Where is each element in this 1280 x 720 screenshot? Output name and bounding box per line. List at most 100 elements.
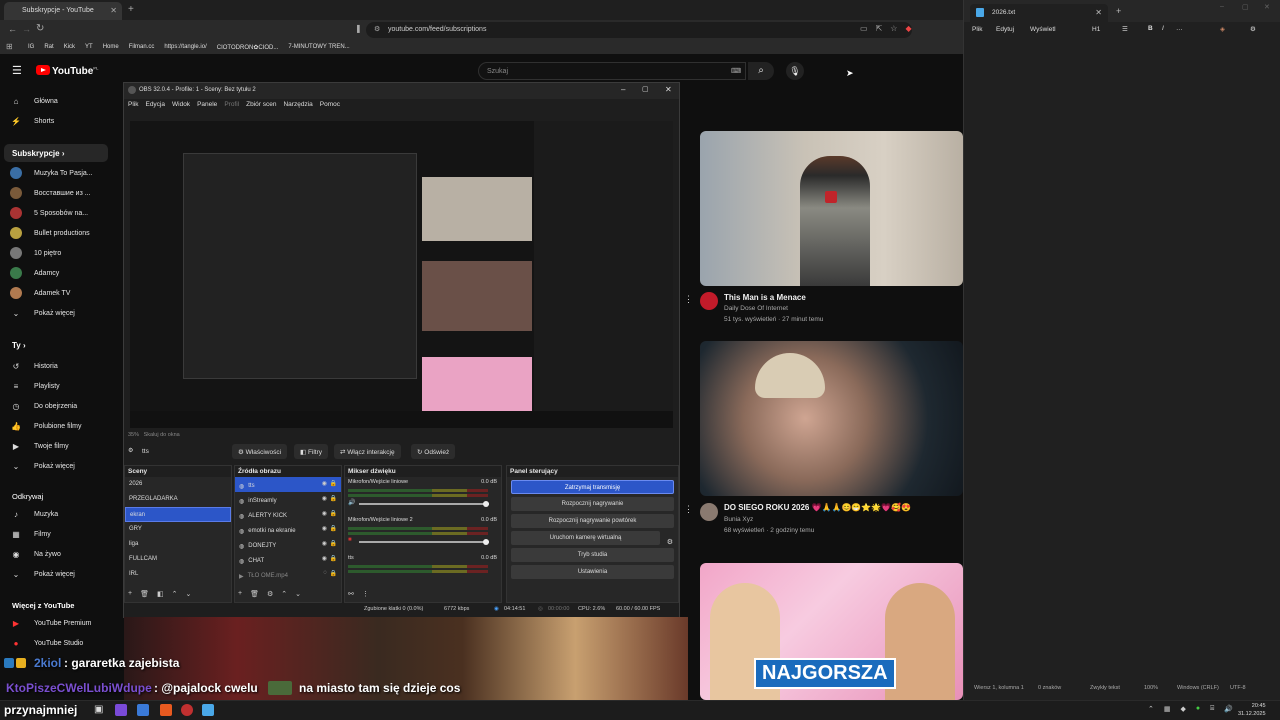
bookmark-rat[interactable]: Rat bbox=[44, 44, 53, 50]
menu-pomoc[interactable]: Pomoc bbox=[320, 101, 340, 112]
sidebar-sub[interactable]: Muzyka To Pasja... bbox=[10, 165, 110, 181]
video-thumbnail[interactable]: NAJGORSZA bbox=[700, 563, 963, 700]
sidebar-sub[interactable]: Adamek TV bbox=[10, 285, 110, 301]
install-icon[interactable]: ▭ bbox=[860, 24, 868, 33]
scene-item[interactable]: PRZEGLADARKA bbox=[125, 492, 231, 507]
reload-icon[interactable]: ↻ bbox=[36, 23, 44, 34]
eye-icon[interactable]: ◉ bbox=[322, 480, 327, 487]
trash-icon[interactable]: 🗑 bbox=[250, 590, 259, 598]
lock-icon[interactable]: 🔒 bbox=[330, 570, 337, 577]
start-recording-button[interactable]: Rozpocznij nagrywanie bbox=[511, 497, 674, 511]
video-title[interactable]: This Man is a Menace bbox=[724, 293, 806, 302]
speaker-icon[interactable]: 🔊 bbox=[348, 499, 355, 506]
sidebar-subs-more[interactable]: ⌄ Pokaż więcej bbox=[10, 305, 110, 321]
menu-plik[interactable]: Plik bbox=[972, 26, 982, 33]
source-gear-icon[interactable]: ⚙ bbox=[128, 447, 133, 454]
obs-preview-canvas[interactable] bbox=[130, 121, 673, 428]
sidebar-item-watch-later[interactable]: ◷ Do obejrzenia bbox=[10, 398, 110, 414]
volume-icon[interactable]: 🔊 bbox=[1224, 705, 1233, 713]
up-icon[interactable]: ⌃ bbox=[281, 590, 287, 598]
network-icon[interactable]: ⌸ bbox=[1210, 705, 1214, 713]
menu-panele[interactable]: Panele bbox=[197, 101, 217, 112]
more-icon[interactable]: … bbox=[1176, 25, 1183, 32]
studio-mode-button[interactable]: Tryb studia bbox=[511, 548, 674, 562]
menu-zbior-scen[interactable]: Zbiór scen bbox=[246, 101, 276, 112]
extension-icon[interactable]: ◆ bbox=[905, 24, 911, 33]
bookmark-ig[interactable]: IG bbox=[28, 44, 34, 50]
sidebar-explore-more[interactable]: ⌄ Pokaż więcej bbox=[10, 566, 110, 582]
eye-icon[interactable]: ◉ bbox=[322, 540, 327, 547]
obs-taskbar-icon[interactable] bbox=[181, 704, 193, 716]
tray-app-icon[interactable]: ● bbox=[1196, 705, 1200, 713]
star-icon[interactable]: ☆ bbox=[890, 24, 897, 33]
sidebar-item-home[interactable]: ⌂ Główna bbox=[10, 93, 110, 109]
avatar[interactable] bbox=[700, 292, 718, 310]
sidebar-item-live[interactable]: ◉ Na żywo bbox=[10, 546, 110, 562]
address-bar[interactable]: ⚙ youtube.com/feed/subscriptions bbox=[366, 22, 912, 38]
menu-widok[interactable]: Widok bbox=[172, 101, 190, 112]
sidebar-you-header[interactable]: Ty › bbox=[12, 341, 26, 350]
browser-tab[interactable]: Subskrypcje - YouTube ✕ bbox=[4, 2, 122, 20]
scene-item[interactable]: FULLCAM bbox=[125, 552, 231, 567]
back-icon[interactable]: ← bbox=[8, 24, 17, 34]
properties-button[interactable]: ⚙ Właściwości bbox=[232, 444, 288, 459]
video-title[interactable]: DO SIEGO ROKU 2026 💗🙏🙏😊😁⭐🌟💗🥰😍 bbox=[724, 503, 911, 512]
italic-icon[interactable]: I bbox=[1162, 25, 1164, 32]
avatar[interactable] bbox=[700, 503, 718, 521]
new-tab-icon[interactable]: + bbox=[1116, 6, 1121, 16]
close-tab-icon[interactable]: ✕ bbox=[110, 6, 117, 15]
task-view-icon[interactable]: ▣ bbox=[94, 704, 103, 715]
bookmark-home[interactable]: Home bbox=[103, 44, 119, 50]
stop-stream-button[interactable]: Zatrzymaj transmisję bbox=[511, 480, 674, 494]
bookmark-kick[interactable]: Kick bbox=[64, 44, 75, 50]
sidebar-sub[interactable]: Bullet productions bbox=[10, 225, 110, 241]
video-thumbnail[interactable] bbox=[700, 341, 963, 496]
sidebar-item-your-videos[interactable]: ▶ Twoje filmy bbox=[10, 438, 110, 454]
virtual-camera-gear-icon[interactable]: ⚙ bbox=[667, 538, 673, 546]
volume-slider[interactable] bbox=[359, 501, 489, 507]
add-icon[interactable]: + bbox=[128, 590, 132, 598]
source-item-selected[interactable]: ◍ tts ◉ 🔒 bbox=[235, 477, 341, 492]
tray-chevron-icon[interactable]: ⌃ bbox=[1148, 705, 1154, 713]
scene-item[interactable]: liga bbox=[125, 537, 231, 552]
menu-wyswietl[interactable]: Wyświetl bbox=[1030, 26, 1056, 33]
brave-icon[interactable] bbox=[160, 704, 172, 716]
eye-icon[interactable]: ◉ bbox=[322, 495, 327, 502]
sidebar-item-premium[interactable]: ▶ YouTube Premium bbox=[10, 615, 110, 631]
more-options-icon[interactable]: ⋮ bbox=[684, 504, 693, 515]
eye-off-icon[interactable]: ◌ bbox=[323, 570, 327, 576]
bold-icon[interactable]: B bbox=[1148, 25, 1153, 32]
filter-icon[interactable]: ◧ bbox=[157, 590, 164, 598]
video-channel[interactable]: Bunia Xyz bbox=[724, 516, 753, 523]
sidebar-item-music[interactable]: ♪ Muzyka bbox=[10, 506, 110, 522]
close-tab-icon[interactable]: ✕ bbox=[1095, 8, 1102, 17]
sidebar-item-liked[interactable]: 👍 Polubione filmy bbox=[10, 418, 110, 434]
source-item[interactable]: ◍ inStreamly ◉ 🔒 bbox=[235, 492, 341, 507]
sidebar-item-films[interactable]: ▦ Filmy bbox=[10, 526, 110, 542]
heading-dropdown[interactable]: H1 bbox=[1092, 26, 1100, 33]
sidebar-sub[interactable]: Восставшие из ... bbox=[10, 185, 110, 201]
preview-zoom[interactable]: 35% Skaluj do okna bbox=[128, 432, 180, 438]
list-icon[interactable]: ☰ bbox=[1122, 25, 1128, 33]
eye-icon[interactable]: ◉ bbox=[322, 555, 327, 562]
source-item[interactable]: ◍ CHAT ◉ 🔒 bbox=[235, 552, 341, 567]
lock-icon[interactable]: 🔒 bbox=[330, 540, 337, 547]
source-item[interactable]: ◍ DONEJTY ◉ 🔒 bbox=[235, 537, 341, 552]
menu-edycja[interactable]: Edycja bbox=[145, 101, 165, 112]
search-button[interactable]: ⌕ bbox=[748, 62, 774, 80]
lock-icon[interactable]: 🔒 bbox=[330, 510, 337, 517]
sidebar-you-more[interactable]: ⌄ Pokaż więcej bbox=[10, 458, 110, 474]
minimize-icon[interactable]: – bbox=[621, 85, 625, 94]
lock-icon[interactable]: 🔒 bbox=[330, 525, 337, 532]
site-info-icon[interactable]: ⚙ bbox=[374, 25, 380, 33]
new-tab-icon[interactable]: + bbox=[128, 4, 134, 15]
up-icon[interactable]: ⌃ bbox=[172, 590, 178, 598]
menu-narzedzia[interactable]: Narzędzia bbox=[283, 101, 312, 112]
maximize-icon[interactable]: ▢ bbox=[1242, 3, 1249, 11]
forward-icon[interactable]: → bbox=[22, 24, 31, 34]
link-icon[interactable]: ⚯ bbox=[348, 590, 354, 598]
sidebar-subs-header[interactable]: Subskrypcje › bbox=[12, 149, 64, 158]
bookmark-icon[interactable]: ❚ bbox=[355, 24, 362, 33]
source-item[interactable]: ▶ TŁO OME.mp4 ◌ 🔒 bbox=[235, 567, 341, 582]
trash-icon[interactable]: 🗑 bbox=[140, 590, 149, 598]
